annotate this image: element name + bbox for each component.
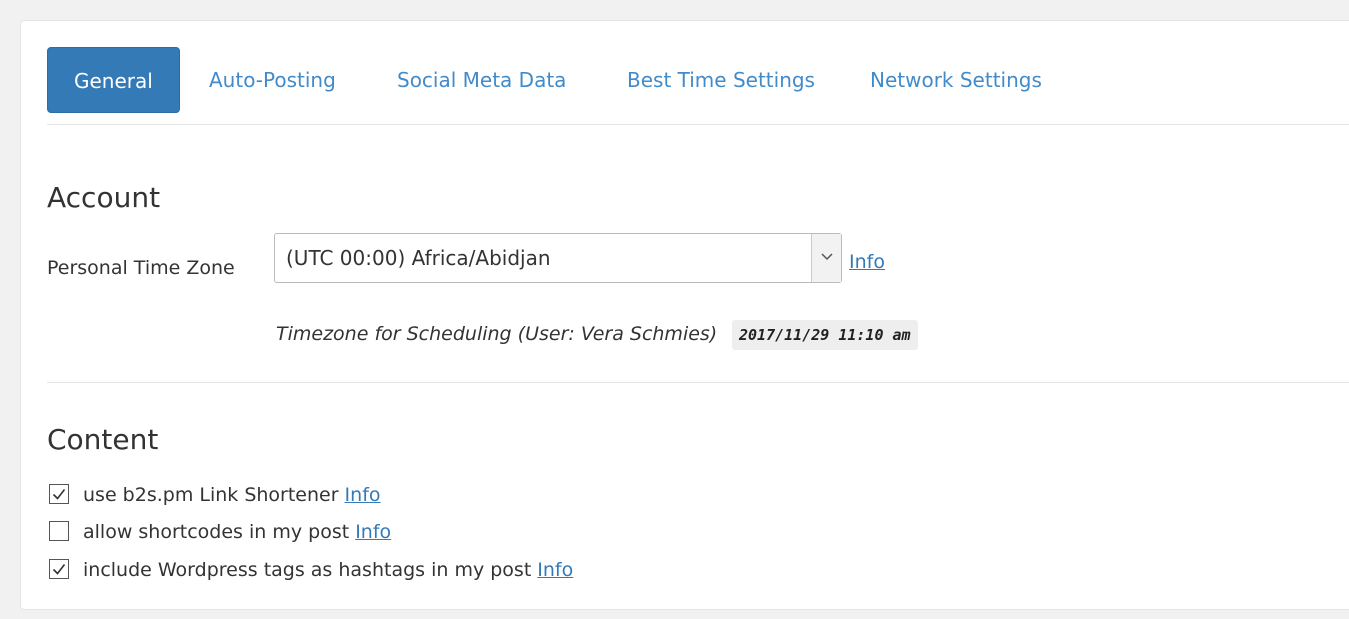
wordpress-tags-info-link[interactable]: Info [537, 559, 573, 581]
section-divider [47, 382, 1349, 383]
timezone-select-value: (UTC 00:00) Africa/Abidjan [286, 246, 551, 270]
account-section-title: Account [47, 181, 161, 214]
shortcodes-label: allow shortcodes in my post [83, 521, 350, 543]
tab-network-settings[interactable]: Network Settings [870, 47, 1042, 113]
tab-general[interactable]: General [47, 47, 180, 113]
link-shortener-label: use b2s.pm Link Shortener [83, 484, 339, 506]
timezone-info-link[interactable]: Info [849, 251, 885, 273]
wordpress-tags-label: include Wordpress tags as hashtags in my… [83, 559, 532, 581]
link-shortener-info-link[interactable]: Info [345, 484, 381, 506]
link-shortener-checkbox[interactable] [49, 484, 69, 504]
chevron-down-icon[interactable] [811, 234, 841, 282]
timezone-select[interactable]: (UTC 00:00) Africa/Abidjan [274, 233, 842, 283]
shortcodes-checkbox[interactable] [49, 521, 69, 541]
shortcodes-info-link[interactable]: Info [355, 521, 391, 543]
timezone-timestamp: 2017/11/29 11:10 am [732, 320, 918, 350]
timezone-note: Timezone for Scheduling (User: Vera Schm… [276, 323, 718, 345]
content-section-title: Content [47, 423, 159, 456]
wordpress-tags-checkbox[interactable] [49, 559, 69, 579]
tab-social-meta-data[interactable]: Social Meta Data [397, 47, 566, 113]
tab-auto-posting[interactable]: Auto-Posting [209, 47, 336, 113]
settings-panel: General Auto-Posting Social Meta Data Be… [20, 20, 1349, 610]
tab-best-time-settings[interactable]: Best Time Settings [627, 47, 815, 113]
settings-tabs: General Auto-Posting Social Meta Data Be… [47, 47, 1349, 125]
timezone-label: Personal Time Zone [47, 257, 235, 279]
